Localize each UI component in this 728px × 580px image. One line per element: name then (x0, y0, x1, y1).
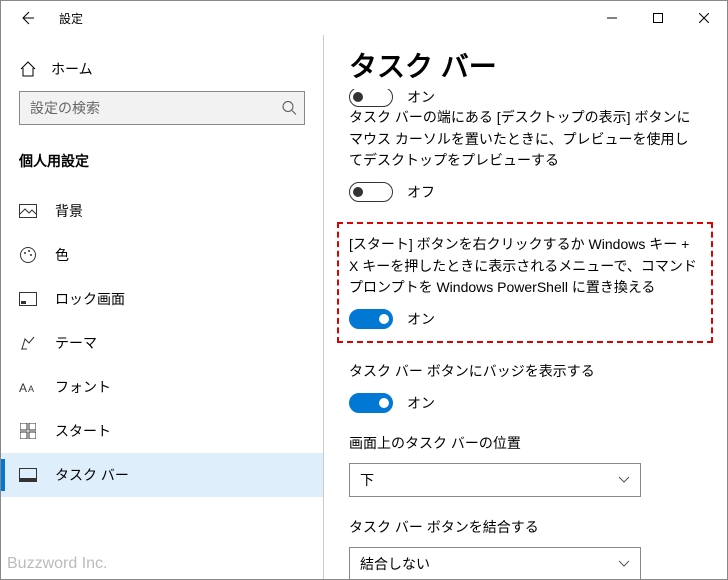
close-button[interactable] (681, 3, 727, 33)
setting-badges: タスク バー ボタンにバッジを表示する オン (349, 361, 701, 413)
svg-text:A: A (28, 384, 34, 394)
section-header: 個人用設定 (1, 137, 323, 181)
setting-description: [スタート] ボタンを右クリックするか Windows キー + X キーを押し… (349, 234, 701, 299)
nav-list: 背景 色 ロック画面 テーマ (1, 181, 323, 497)
chevron-down-icon (618, 560, 630, 568)
sidebar-item-start[interactable]: スタート (1, 409, 323, 453)
field-label: 画面上のタスク バーの位置 (349, 433, 701, 453)
taskbar-position-select[interactable]: 下 (349, 463, 641, 497)
setting-preview-desktop: タスク バーの端にある [デスクトップの表示] ボタンにマウス カーソルを置いた… (349, 107, 701, 202)
page-title: タスク バー (349, 45, 701, 85)
sidebar-item-lockscreen[interactable]: ロック画面 (1, 277, 323, 321)
watermark: Buzzword Inc. (7, 555, 107, 573)
setting-description: タスク バー ボタンにバッジを表示する (349, 361, 701, 383)
sidebar-item-label: テーマ (55, 333, 97, 353)
sidebar-item-label: タスク バー (55, 465, 129, 485)
toggle-state-label: オン (407, 89, 435, 107)
toggle-powershell-replace[interactable] (349, 309, 393, 329)
window-title: 設定 (59, 10, 83, 27)
highlighted-setting: [スタート] ボタンを右クリックするか Windows キー + X キーを押し… (337, 222, 713, 343)
home-label: ホーム (51, 59, 93, 79)
chevron-down-icon (618, 476, 630, 484)
svg-text:A: A (19, 381, 27, 395)
sidebar-item-label: フォント (55, 377, 111, 397)
content-pane: タスク バー オン タスク バーの端にある [デスクトップの表示] ボタンにマウ… (323, 35, 727, 579)
sidebar-item-colors[interactable]: 色 (1, 233, 323, 277)
start-icon (19, 422, 37, 440)
divider (323, 35, 324, 579)
home-icon (19, 60, 37, 78)
lockscreen-icon (19, 290, 37, 308)
combine-buttons-select[interactable]: 結合しない (349, 547, 641, 579)
field-label: タスク バー ボタンを結合する (349, 517, 701, 537)
sidebar-item-themes[interactable]: テーマ (1, 321, 323, 365)
sidebar-item-label: 色 (55, 245, 69, 265)
taskbar-position-field: 画面上のタスク バーの位置 下 (349, 433, 701, 497)
toggle-state-label: オン (407, 393, 435, 413)
toggle-badges[interactable] (349, 393, 393, 413)
home-link[interactable]: ホーム (1, 53, 323, 91)
sidebar-item-label: スタート (55, 421, 111, 441)
search-input[interactable] (19, 91, 305, 125)
sidebar-item-label: 背景 (55, 201, 83, 221)
theme-icon (19, 334, 37, 352)
search-box (19, 91, 305, 125)
select-value: 結合しない (360, 554, 430, 574)
sidebar-item-taskbar[interactable]: タスク バー (1, 453, 323, 497)
combine-buttons-field: タスク バー ボタンを結合する 結合しない (349, 517, 701, 579)
toggle-pill[interactable] (349, 89, 393, 107)
select-value: 下 (360, 470, 374, 490)
sidebar: ホーム 個人用設定 背景 色 (1, 35, 323, 579)
toggle-state-label: オン (407, 309, 435, 329)
palette-icon (19, 246, 37, 264)
setting-description: タスク バーの端にある [デスクトップの表示] ボタンにマウス カーソルを置いた… (349, 107, 701, 172)
toggle-state-label: オフ (407, 182, 435, 202)
partial-toggle: オン (349, 89, 469, 107)
toggle-preview-desktop[interactable] (349, 182, 393, 202)
minimize-button[interactable] (589, 3, 635, 33)
maximize-button[interactable] (635, 3, 681, 33)
font-icon: AA (19, 378, 37, 396)
titlebar: 設定 (1, 1, 727, 35)
sidebar-item-background[interactable]: 背景 (1, 189, 323, 233)
taskbar-icon (19, 466, 37, 484)
window-controls (589, 3, 727, 33)
picture-icon (19, 202, 37, 220)
sidebar-item-fonts[interactable]: AA フォント (1, 365, 323, 409)
search-icon (282, 101, 297, 116)
back-button[interactable] (15, 6, 39, 30)
sidebar-item-label: ロック画面 (55, 289, 125, 309)
